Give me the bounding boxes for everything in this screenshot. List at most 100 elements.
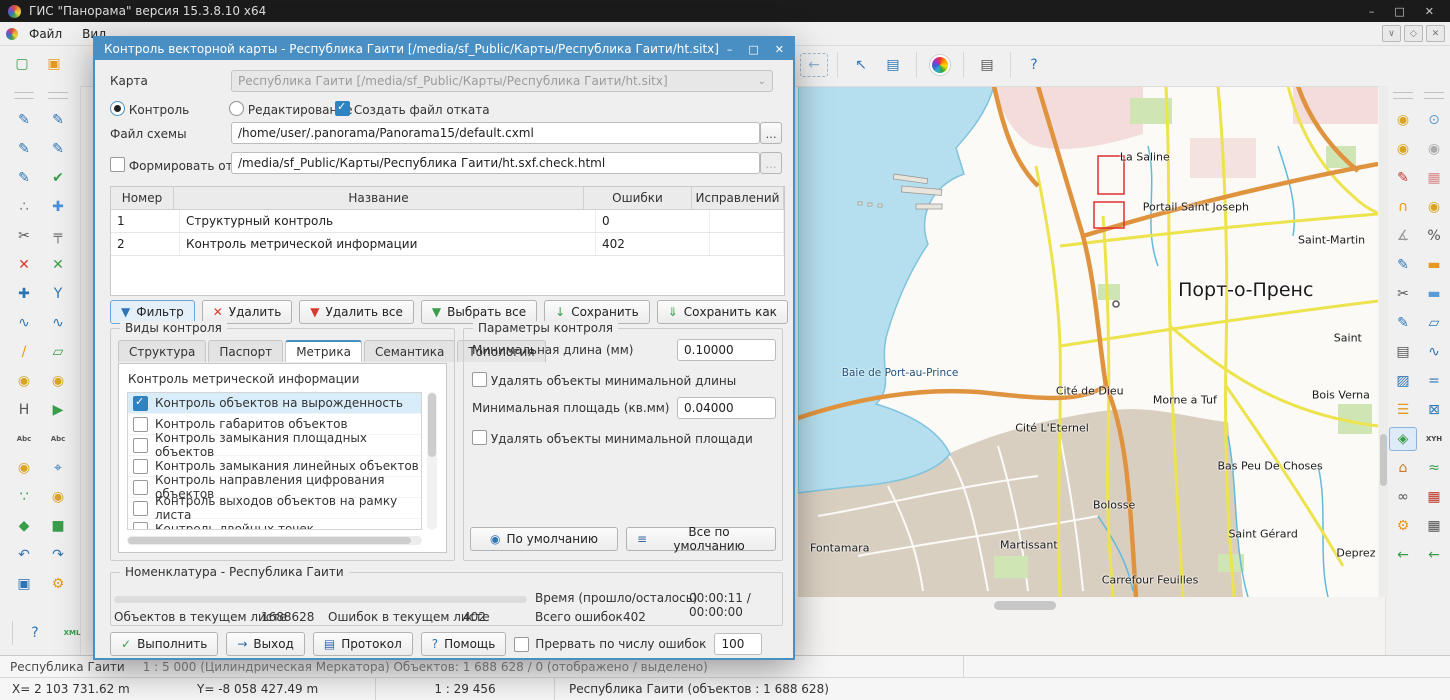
checkbox-checked-icon[interactable] <box>335 101 350 116</box>
tab-структура[interactable]: Структура <box>118 340 206 362</box>
measure-length-icon[interactable]: ▬ <box>1420 253 1448 277</box>
find-text-icon[interactable]: ◉ <box>10 369 38 393</box>
measure-area-icon[interactable]: ▬ <box>1420 282 1448 306</box>
delete-all-button[interactable]: ▼Удалить все <box>299 300 414 324</box>
find-grid-icon[interactable]: ◉ <box>44 369 72 393</box>
dialog-close-button[interactable]: ✕ <box>775 43 784 56</box>
polygon-green-icon[interactable]: ▱ <box>44 340 72 364</box>
draw-pencil-icon[interactable]: ✎ <box>10 108 38 132</box>
metric-cut-icon[interactable]: ✂ <box>1389 282 1417 306</box>
help-button[interactable]: ?Помощь <box>421 632 507 656</box>
xml-task-icon[interactable]: XML <box>58 621 86 645</box>
relief-layers-icon[interactable]: ≈ <box>1420 456 1448 480</box>
maximize-button[interactable]: □ <box>1394 5 1404 18</box>
points-edit-icon[interactable]: ✎ <box>1389 253 1417 277</box>
radio-off-icon[interactable] <box>229 101 244 116</box>
control-kind-item[interactable]: Контроль замыкания площадных объектов <box>128 435 421 456</box>
edit-node-pencil-icon[interactable]: ✎ <box>10 137 38 161</box>
save-as-button[interactable]: ⇓Сохранить как <box>657 300 788 324</box>
scheme-browse-button[interactable]: ... <box>760 122 782 144</box>
table-row[interactable]: 1Структурный контроль0 <box>111 210 784 233</box>
mode-edit-radio[interactable]: Редактирование <box>229 101 353 117</box>
confirm-edit-icon[interactable]: ✔ <box>44 166 72 190</box>
checkbox-unchecked-icon[interactable] <box>133 522 148 531</box>
table-row[interactable]: 2Контроль метрической информации402 <box>111 233 784 256</box>
map-combobox[interactable]: Республика Гаити [/media/sf_Public/Карты… <box>231 70 773 92</box>
print-icon[interactable]: ▤ <box>1389 340 1417 364</box>
edit-spline-icon[interactable]: ∿ <box>10 311 38 335</box>
abort-by-errors-checkbox[interactable]: Прервать по числу ошибок <box>514 637 706 652</box>
find-object-icon[interactable]: ◉ <box>10 456 38 480</box>
map-horizontal-scrollbar[interactable] <box>798 600 1378 611</box>
exit-button[interactable]: →Выход <box>226 632 305 656</box>
mdi-close-button[interactable]: ✕ <box>1426 25 1445 42</box>
doc-home-icon[interactable]: ⌂ <box>1389 456 1417 480</box>
delete-min-area-checkbox[interactable]: Удалять объекты минимальной площади <box>472 430 753 446</box>
undo-icon[interactable]: ↶ <box>10 543 38 567</box>
minimize-button[interactable]: – <box>1369 5 1375 18</box>
status-scale[interactable]: 1 : 29 456 <box>375 678 555 700</box>
select-window-icon[interactable]: ↖ <box>847 53 875 77</box>
find-grid2-icon[interactable]: ◉ <box>44 485 72 509</box>
hierarchy-icon[interactable]: ∵ <box>10 485 38 509</box>
checkbox-unchecked-icon[interactable] <box>133 459 148 474</box>
flag-icon[interactable]: ▶ <box>44 398 72 422</box>
exit-door2-icon[interactable]: ← <box>1420 543 1448 567</box>
measure-perimeter-icon[interactable]: ▱ <box>1420 311 1448 335</box>
list-horizontal-scrollbar[interactable] <box>127 536 422 545</box>
toolbar-grip[interactable] <box>48 92 68 99</box>
tab-семантика[interactable]: Семантика <box>364 340 455 362</box>
open-map-icon[interactable]: ▣ <box>40 52 68 76</box>
whats-this-icon[interactable]: ? <box>1020 53 1048 77</box>
checkbox-unchecked-icon[interactable] <box>472 372 487 387</box>
nav-back-icon[interactable]: ← <box>800 53 828 77</box>
dimension-icon[interactable]: ⌖ <box>44 456 72 480</box>
flashlight-gray-icon[interactable]: ◉ <box>1420 137 1448 161</box>
toolbar-grip[interactable] <box>14 92 34 99</box>
text-abc-icon[interactable]: Abc <box>10 427 38 451</box>
all-default-button[interactable]: ≡ Все по умолчанию <box>626 527 776 551</box>
flashlight-icon[interactable]: ◉ <box>1420 195 1448 219</box>
protocol-button[interactable]: ▤Протокол <box>313 632 413 656</box>
globe-button-icon[interactable]: ⊙ <box>1420 108 1448 132</box>
smooth-lines-icon[interactable]: = <box>1420 369 1448 393</box>
tab-паспорт[interactable]: Паспорт <box>208 340 283 362</box>
mdi-minimize-button[interactable]: ∨ <box>1382 25 1401 42</box>
paint-map-icon[interactable]: ▨ <box>1389 369 1417 393</box>
dialog-maximize-button[interactable]: □ <box>748 43 758 56</box>
abort-count-input[interactable] <box>714 633 762 655</box>
delete-object-icon[interactable]: ✕ <box>10 253 38 277</box>
checkbox-unchecked-icon[interactable] <box>133 501 148 516</box>
print-map-icon[interactable]: ▤ <box>973 53 1001 77</box>
new-map-icon[interactable]: ▢ <box>8 52 36 76</box>
settings-gear-icon[interactable]: ⚙ <box>1389 514 1417 538</box>
errors-edit-icon[interactable]: ✎ <box>1389 166 1417 190</box>
search-report-icon[interactable]: ◉ <box>1389 137 1417 161</box>
pencil-line-icon[interactable]: ✎ <box>44 108 72 132</box>
layers-colored-icon[interactable]: ☰ <box>1389 398 1417 422</box>
add-point-icon[interactable]: ✚ <box>10 282 38 306</box>
compass-icon[interactable]: ∡ <box>1389 224 1417 248</box>
mdi-restore-button[interactable]: ◇ <box>1404 25 1423 42</box>
binoculars-icon[interactable]: ∞ <box>1389 485 1417 509</box>
map-canvas[interactable]: La SalinePortail Saint JosephSaint-Marti… <box>798 86 1378 597</box>
green-tools-icon[interactable]: ◆ <box>10 514 38 538</box>
checkbox-unchecked-icon[interactable] <box>472 430 487 445</box>
erase-part-icon[interactable]: ✕ <box>44 253 72 277</box>
checkbox-checked-icon[interactable] <box>133 396 148 411</box>
checkbox-unchecked-icon[interactable] <box>514 637 529 652</box>
toolbar-grip[interactable] <box>1393 92 1413 99</box>
xyh-icon[interactable]: XYH <box>1420 427 1448 451</box>
run-button[interactable]: ✓Выполнить <box>110 632 218 656</box>
image-layers-icon[interactable]: ▣ <box>10 572 38 596</box>
default-button[interactable]: ◉ По умолчанию <box>470 527 618 551</box>
map-vertical-scrollbar[interactable] <box>1379 86 1388 597</box>
profile-icon[interactable]: ∿ <box>1420 340 1448 364</box>
scheme-file-input[interactable] <box>231 122 760 144</box>
delete-min-length-checkbox[interactable]: Удалять объекты минимальной длины <box>472 372 736 388</box>
edit-point-icon[interactable]: ∿ <box>44 311 72 335</box>
dialog-minimize-button[interactable]: – <box>727 43 733 56</box>
exit-door-icon[interactable]: ← <box>1389 543 1417 567</box>
roller-icon[interactable]: ■ <box>44 514 72 538</box>
calculator-icon[interactable]: ▦ <box>1420 514 1448 538</box>
